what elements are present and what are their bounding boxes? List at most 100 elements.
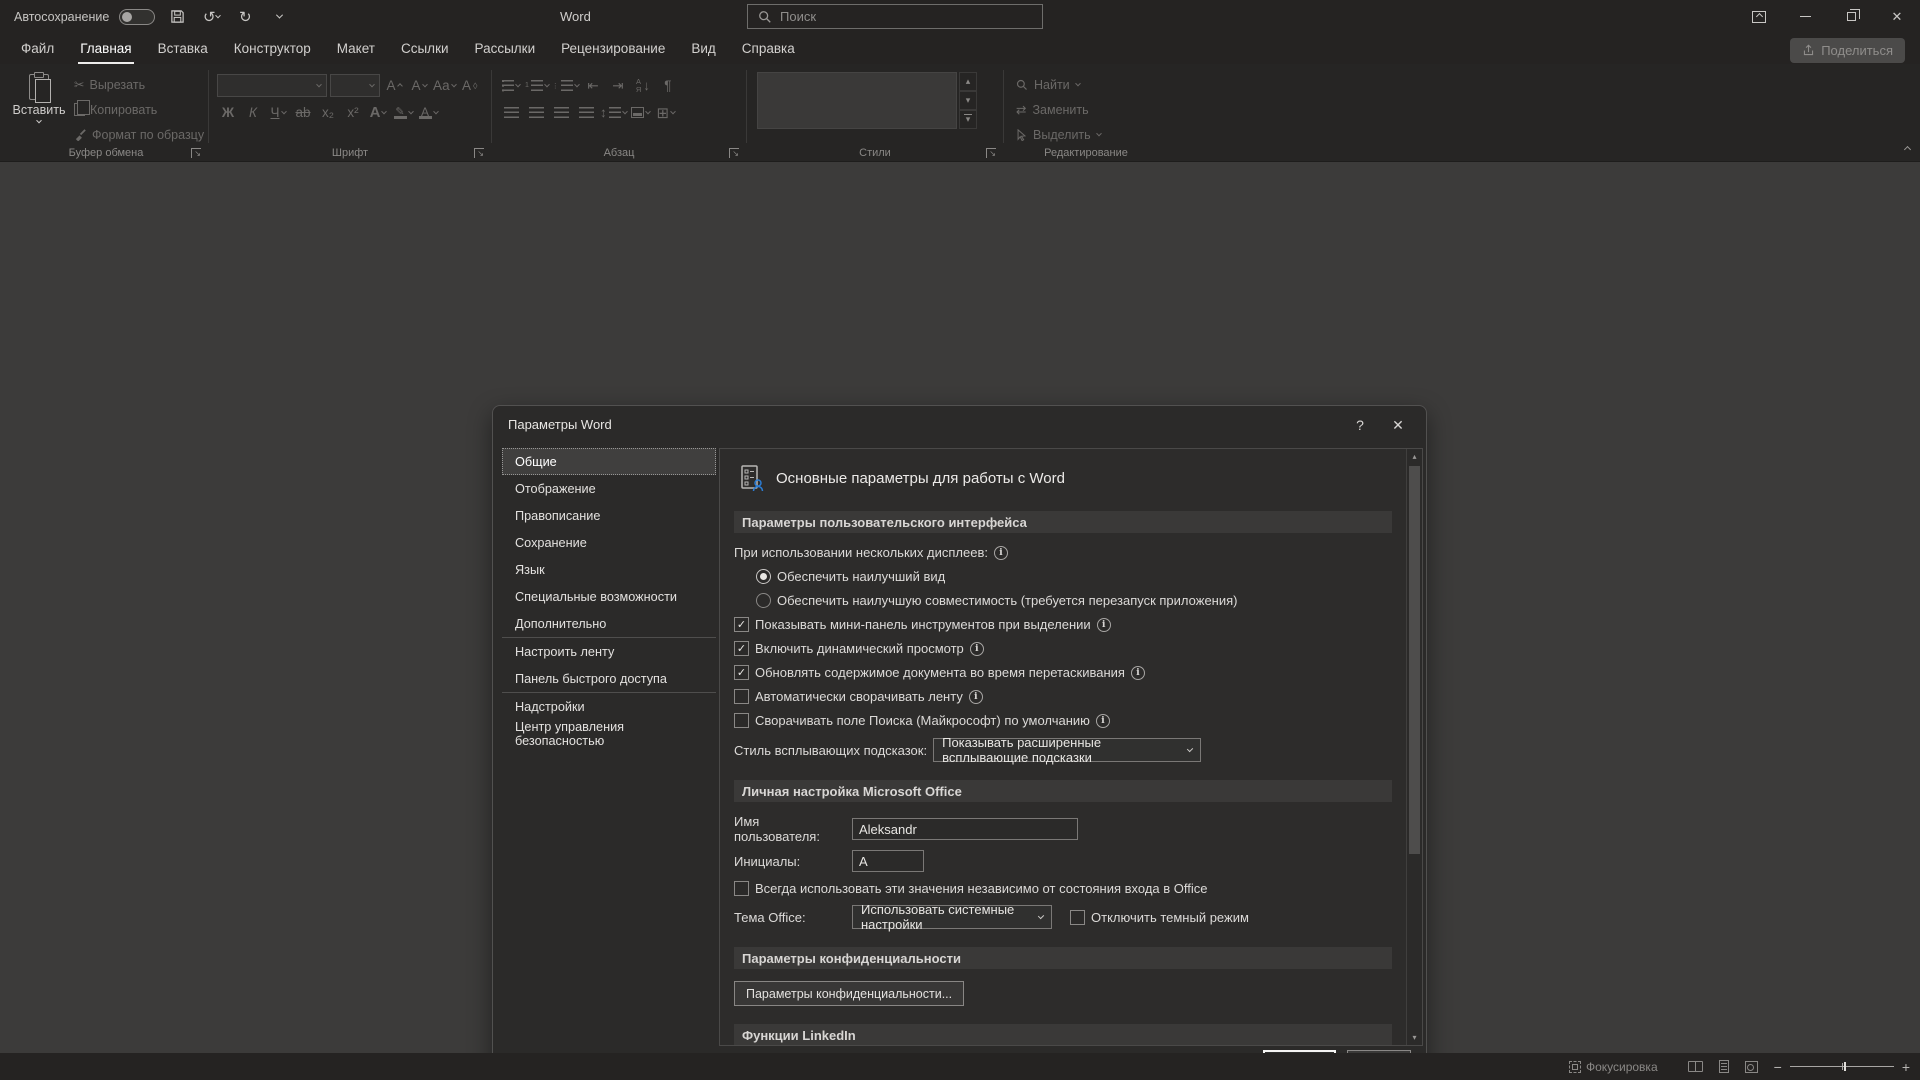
info-icon[interactable] xyxy=(1095,713,1110,728)
save-button[interactable] xyxy=(165,5,189,29)
zoom-slider[interactable] xyxy=(1789,1062,1894,1071)
font-size-combo[interactable] xyxy=(330,74,380,97)
sidebar-item-advanced[interactable]: Дополнительно xyxy=(502,610,716,637)
tab-mailings[interactable]: Рассылки xyxy=(462,33,549,64)
subscript-button[interactable]: x₂ xyxy=(317,101,339,125)
sidebar-item-addins[interactable]: Надстройки xyxy=(502,693,716,720)
sidebar-item-general[interactable]: Общие xyxy=(502,448,716,475)
bullets-button[interactable] xyxy=(500,74,522,98)
checkbox-always-use-values[interactable] xyxy=(734,881,749,896)
tooltip-style-select[interactable]: Показывать расширенные всплывающие подск… xyxy=(933,735,1202,765)
styles-launcher[interactable]: ↘ xyxy=(986,148,996,158)
scrollbar-up-button[interactable]: ▴ xyxy=(1407,449,1422,464)
multilevel-list-button[interactable]: ⋮ xyxy=(552,74,580,98)
align-center-button[interactable] xyxy=(525,101,547,125)
zoom-in-button[interactable]: + xyxy=(1902,1059,1910,1075)
privacy-settings-button[interactable]: Параметры конфиденциальности... xyxy=(734,981,965,1006)
radio-best-compatibility[interactable] xyxy=(756,593,771,608)
redo-button[interactable]: ↻ xyxy=(233,5,257,29)
sidebar-item-customize-ribbon[interactable]: Настроить ленту xyxy=(502,638,716,665)
styles-gallery[interactable] xyxy=(757,72,957,129)
tab-references[interactable]: Ссылки xyxy=(388,33,462,64)
checkbox-collapse-search[interactable] xyxy=(734,713,749,728)
clipboard-launcher[interactable]: ↘ xyxy=(191,148,201,158)
tab-view[interactable]: Вид xyxy=(678,33,728,64)
align-left-button[interactable] xyxy=(500,101,522,125)
dialog-close-button[interactable]: ✕ xyxy=(1386,414,1410,436)
shading-button[interactable] xyxy=(630,101,652,125)
tab-help[interactable]: Справка xyxy=(729,33,808,64)
styles-up-button[interactable]: ▴ xyxy=(959,72,977,91)
align-right-button[interactable] xyxy=(550,101,572,125)
info-icon[interactable] xyxy=(993,545,1008,560)
sidebar-item-proofing[interactable]: Правописание xyxy=(502,502,716,529)
sidebar-item-save[interactable]: Сохранение xyxy=(502,529,716,556)
info-icon[interactable] xyxy=(1130,665,1145,680)
username-input[interactable]: Aleksandr xyxy=(852,818,1078,840)
change-case-button[interactable]: Аа xyxy=(433,74,457,98)
highlight-button[interactable]: ✎ xyxy=(392,101,414,125)
cut-button[interactable]: ✂ Вырезать xyxy=(74,74,204,95)
line-spacing-button[interactable]: ↕ xyxy=(600,101,628,125)
autosave-toggle[interactable] xyxy=(119,8,156,25)
tab-review[interactable]: Рецензирование xyxy=(548,33,678,64)
tab-insert[interactable]: Вставка xyxy=(145,33,221,64)
checkbox-disable-dark-mode[interactable] xyxy=(1070,909,1085,925)
office-theme-select[interactable]: Использовать системные настройки xyxy=(852,902,1052,932)
copy-button[interactable]: Копировать xyxy=(74,99,204,120)
collapse-ribbon-button[interactable] xyxy=(1903,139,1912,157)
zoom-slider-thumb[interactable] xyxy=(1843,1062,1846,1071)
numbering-button[interactable]: 1 xyxy=(525,74,550,98)
focus-mode-button[interactable]: Фокусировка xyxy=(1568,1060,1658,1074)
info-icon[interactable] xyxy=(968,689,983,704)
text-effects-button[interactable]: А xyxy=(367,101,389,125)
web-layout-button[interactable] xyxy=(1744,1060,1758,1073)
sidebar-item-trust-center[interactable]: Центр управления безопасностью xyxy=(502,720,716,748)
tab-home[interactable]: Главная xyxy=(67,33,144,64)
undo-button[interactable]: ↺ xyxy=(199,5,223,29)
info-icon[interactable] xyxy=(969,641,984,656)
search-input[interactable]: Поиск xyxy=(747,4,1043,29)
replace-button[interactable]: ⇄ Заменить xyxy=(1006,97,1166,122)
strikethrough-button[interactable]: ab xyxy=(292,101,314,125)
scrollbar-down-button[interactable]: ▾ xyxy=(1407,1030,1422,1045)
font-launcher[interactable]: ↘ xyxy=(474,148,484,158)
styles-down-button[interactable]: ▾ xyxy=(959,91,977,110)
font-name-combo[interactable] xyxy=(217,74,327,97)
qat-customize-button[interactable] xyxy=(267,5,291,29)
info-icon[interactable] xyxy=(1096,617,1111,632)
paste-button[interactable]: Вставить xyxy=(12,72,66,145)
close-button[interactable]: ✕ xyxy=(1874,0,1920,33)
scrollbar[interactable]: ▴ ▾ xyxy=(1406,449,1422,1045)
tab-layout[interactable]: Макет xyxy=(324,33,388,64)
share-button[interactable]: Поделиться xyxy=(1790,38,1905,63)
borders-button[interactable]: ⊞ xyxy=(655,101,677,125)
minimize-button[interactable] xyxy=(1782,0,1828,33)
checkbox-update-while-dragging[interactable] xyxy=(734,665,749,680)
zoom-out-button[interactable]: − xyxy=(1774,1059,1782,1075)
justify-button[interactable] xyxy=(575,101,597,125)
sidebar-item-quick-access[interactable]: Панель быстрого доступа xyxy=(502,665,716,692)
scrollbar-thumb[interactable] xyxy=(1409,466,1420,854)
tab-design[interactable]: Конструктор xyxy=(221,33,324,64)
dialog-help-button[interactable]: ? xyxy=(1348,414,1372,436)
shrink-font-button[interactable]: А xyxy=(408,74,430,98)
bold-button[interactable]: Ж xyxy=(217,101,239,125)
checkbox-collapse-ribbon[interactable] xyxy=(734,689,749,704)
grow-font-button[interactable]: А xyxy=(383,74,405,98)
sidebar-item-accessibility[interactable]: Специальные возможности xyxy=(502,583,716,610)
superscript-button[interactable]: x² xyxy=(342,101,364,125)
read-mode-button[interactable] xyxy=(1687,1061,1703,1072)
ribbon-display-options-button[interactable] xyxy=(1736,0,1782,33)
sort-button[interactable]: А Я ↓ xyxy=(632,74,654,98)
clear-format-button[interactable]: А ◊ xyxy=(459,74,481,98)
format-painter-button[interactable]: Формат по образцу xyxy=(74,124,204,145)
increase-indent-button[interactable]: ⇥ xyxy=(607,74,629,98)
select-button[interactable]: Выделить xyxy=(1006,122,1166,147)
show-marks-button[interactable]: ¶ xyxy=(657,74,679,98)
sidebar-item-display[interactable]: Отображение xyxy=(502,475,716,502)
radio-best-appearance[interactable] xyxy=(756,569,771,584)
styles-more-button[interactable]: ▾ xyxy=(959,110,977,129)
restore-button[interactable] xyxy=(1828,0,1874,33)
font-color-button[interactable]: А xyxy=(417,101,439,125)
